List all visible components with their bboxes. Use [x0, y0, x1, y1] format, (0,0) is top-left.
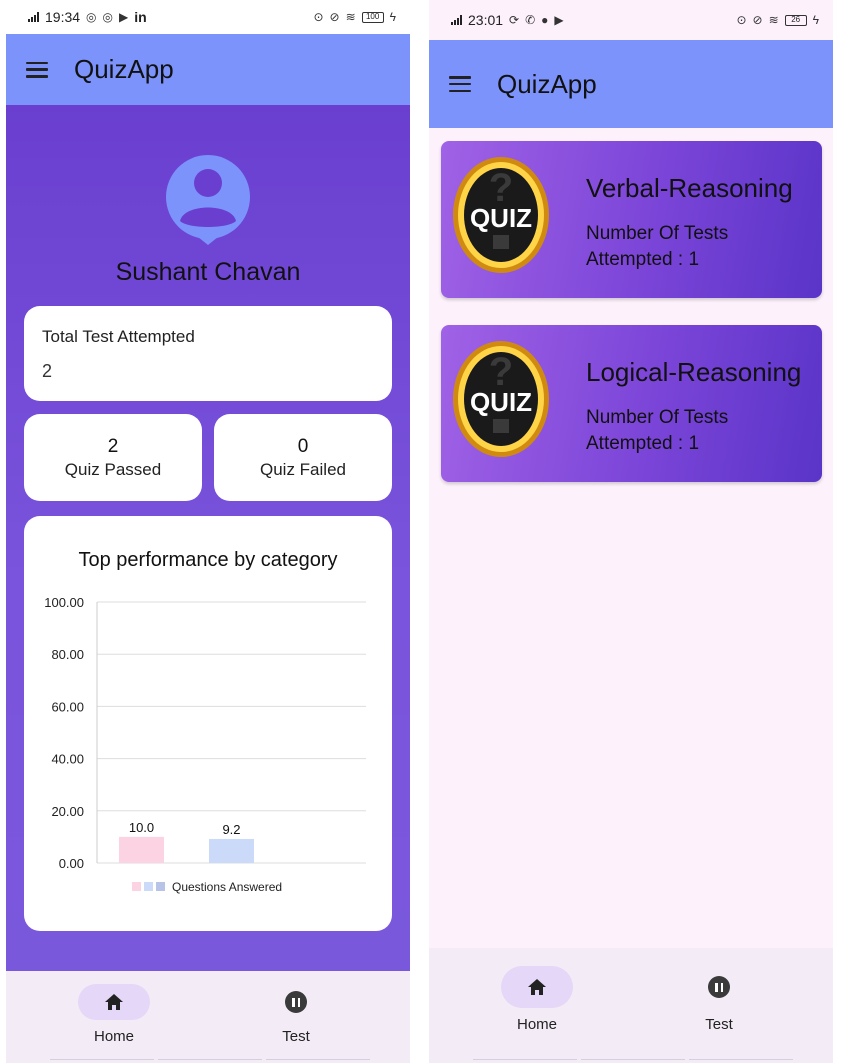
battery-icon: 100	[361, 11, 384, 23]
mute-icon: ⊘	[329, 10, 340, 24]
quiz-logo-text: QUIZ	[470, 203, 532, 233]
nav-divider	[473, 1059, 793, 1061]
bar	[209, 838, 254, 863]
bar	[119, 836, 164, 863]
nav-home-pill[interactable]	[78, 984, 150, 1020]
performance-chart-card: Top performance by category 0.00 20.00 40.…	[24, 516, 392, 931]
nav-home-label: Home	[93, 1028, 134, 1045]
chat-icon: ●	[541, 13, 549, 27]
charging-icon: ϟ	[812, 13, 819, 27]
nav-test-label: Test	[705, 1016, 733, 1033]
performance-chart: 0.00 20.00 40.00 60.00 80.00 100.00 10.0 9.2 Que…	[44, 595, 366, 894]
quiz-failed-label: Quiz Failed	[260, 460, 346, 479]
signal-icon	[28, 12, 39, 22]
home-icon	[105, 994, 123, 1010]
mute-icon: ⊘	[752, 13, 763, 27]
youtube-icon: ▶	[554, 13, 564, 27]
wifi-icon: ≋	[345, 10, 356, 24]
status-bar: 19:34 ◎ ◎ ▶ in ⊙ ⊘ ≋ 100 ϟ	[6, 0, 410, 34]
nav-home-label: Home	[516, 1016, 557, 1033]
y-tick-label: 40.00	[51, 752, 84, 767]
status-time: 19:34	[45, 9, 81, 25]
battery-icon: 26	[784, 14, 807, 26]
quiz-failed-value: 0	[297, 436, 309, 457]
app-title: QuizApp	[497, 68, 597, 99]
status-time: 23:01	[468, 12, 504, 28]
linkedin-icon: in	[134, 9, 147, 25]
category-subtitle-line2: Attempted : 1	[586, 249, 700, 270]
data-label: 9.2	[222, 822, 240, 837]
data-label: 10.0	[129, 820, 154, 835]
menu-icon[interactable]	[26, 61, 48, 78]
menu-icon[interactable]	[449, 76, 471, 92]
nav-test-pill[interactable]	[260, 984, 332, 1020]
legend-swatch	[132, 882, 141, 891]
youtube-icon: ▶	[119, 10, 129, 24]
nav-test-label: Test	[282, 1028, 310, 1045]
categories-screen: 23:01 ⟳ ✆ ● ▶ ⊙ ⊘ ≋ 26 ϟ QuizApp ? QUIZ …	[429, 0, 833, 1063]
legend-label: Questions Answered	[172, 880, 282, 894]
location-icon: ⊙	[313, 10, 324, 24]
y-tick-label: 80.00	[51, 647, 84, 662]
nav-test-pill[interactable]	[683, 966, 755, 1008]
avatar-icon	[166, 155, 250, 245]
category-subtitle: Number Of Tests Attempted : 1	[586, 405, 728, 457]
category-subtitle-line1: Number Of Tests	[586, 223, 729, 244]
home-icon	[528, 979, 546, 995]
quiz-failed-card: 0 Quiz Failed	[214, 414, 392, 501]
signal-icon	[451, 15, 462, 25]
status-bar: 23:01 ⟳ ✆ ● ▶ ⊙ ⊘ ≋ 26 ϟ	[429, 0, 833, 40]
phone-icon: ✆	[525, 13, 536, 27]
y-tick-label: 60.00	[51, 699, 84, 714]
whatsapp-icon: ◎	[86, 10, 97, 24]
charging-icon: ϟ	[389, 10, 396, 24]
location-icon: ⊙	[736, 13, 747, 27]
nav-test[interactable]: Test	[236, 984, 356, 1045]
app-bar: QuizApp	[6, 34, 410, 105]
nav-home-pill[interactable]	[501, 966, 573, 1008]
app-bar: QuizApp	[429, 40, 833, 128]
y-tick-label: 100.00	[44, 595, 84, 610]
y-tick-label: 20.00	[51, 804, 84, 819]
pause-icon	[285, 991, 307, 1013]
quiz-passed-value: 2	[107, 436, 119, 457]
category-subtitle-line2: Attempted : 1	[586, 433, 700, 454]
sync-icon: ⟳	[509, 13, 520, 27]
total-tests-value: 2	[42, 361, 53, 381]
quiz-logo-icon: ? QUIZ	[453, 157, 549, 273]
category-card-verbal[interactable]: ? QUIZ Verbal-Reasoning Number Of Tests …	[441, 141, 822, 298]
legend-swatch	[156, 882, 165, 891]
category-card-logical[interactable]: ? QUIZ Logical-Reasoning Number Of Tests…	[441, 325, 822, 482]
nav-divider	[50, 1059, 370, 1061]
category-title: Logical-Reasoning	[586, 357, 802, 387]
wifi-icon: ≋	[768, 13, 779, 27]
user-name: Sushant Chavan	[115, 258, 301, 286]
category-subtitle-line1: Number Of Tests	[586, 407, 729, 428]
nav-home[interactable]: Home	[477, 966, 597, 1033]
bottom-nav: Home Test	[429, 948, 833, 1063]
legend-swatch	[144, 882, 153, 891]
quiz-passed-label: Quiz Passed	[64, 460, 162, 479]
profile-screen: 19:34 ◎ ◎ ▶ in ⊙ ⊘ ≋ 100 ϟ QuizApp Susha…	[6, 0, 410, 1063]
total-tests-card: Total Test Attempted 2	[24, 306, 392, 401]
y-tick-label: 0.00	[59, 856, 84, 871]
nav-home[interactable]: Home	[54, 984, 174, 1045]
app-title: QuizApp	[74, 54, 174, 84]
category-subtitle: Number Of Tests Attempted : 1	[586, 221, 728, 273]
whatsapp-icon: ◎	[102, 10, 114, 24]
bottom-nav: Home Test	[6, 971, 410, 1063]
category-title: Verbal-Reasoning	[586, 173, 793, 203]
nav-test[interactable]: Test	[659, 966, 779, 1033]
quiz-logo-icon: ? QUIZ	[453, 341, 549, 457]
quiz-logo-text: QUIZ	[470, 387, 532, 417]
pause-icon	[708, 976, 730, 998]
total-tests-label: Total Test Attempted	[42, 327, 195, 346]
quiz-passed-card: 2 Quiz Passed	[24, 414, 202, 501]
